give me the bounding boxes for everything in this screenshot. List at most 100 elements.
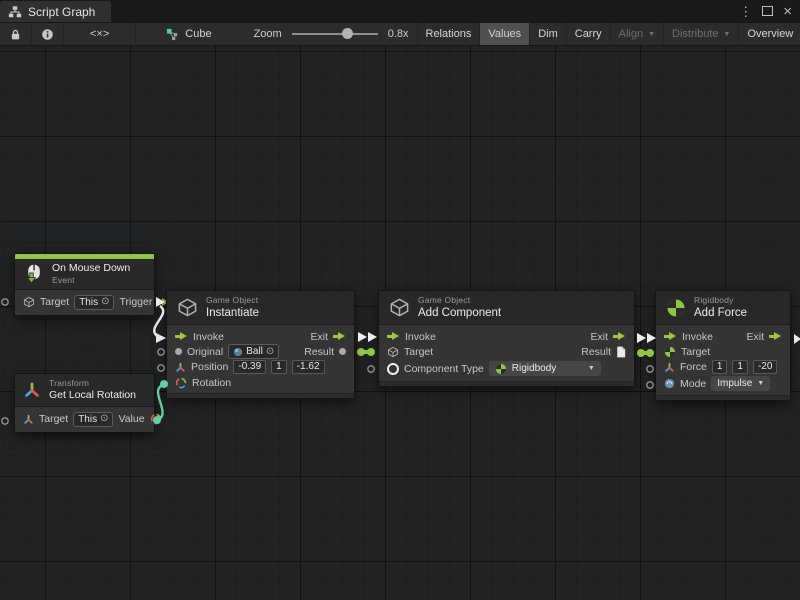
lock-button[interactable] bbox=[0, 23, 32, 45]
maximize-icon[interactable] bbox=[762, 6, 773, 16]
value-port-label: Value bbox=[118, 413, 144, 425]
vector3-icon bbox=[175, 362, 186, 373]
component-type-value: Rigidbody bbox=[512, 363, 556, 374]
info-icon bbox=[41, 28, 54, 41]
target-value: This bbox=[79, 297, 98, 308]
component-result-icon[interactable] bbox=[616, 346, 626, 358]
exit-label: Exit bbox=[746, 331, 764, 343]
graph-asset-icon bbox=[166, 28, 179, 41]
target-value-pill[interactable]: This ⊙ bbox=[73, 412, 113, 427]
original-value-pill[interactable]: Ball ⊙ bbox=[228, 344, 279, 359]
node-add-component[interactable]: Game Object Add Component Invoke Exit Ta… bbox=[378, 290, 635, 387]
position-label: Position bbox=[191, 361, 228, 373]
node-title: Add Force bbox=[694, 306, 747, 320]
node-subtitle: Game Object bbox=[206, 295, 259, 306]
chevron-down-icon: ▼ bbox=[757, 380, 764, 387]
result-output-port[interactable] bbox=[339, 348, 346, 355]
zoom-slider[interactable] bbox=[292, 33, 378, 35]
game-object-icon bbox=[387, 346, 399, 358]
relations-button[interactable]: Relations bbox=[417, 23, 480, 45]
node-subtitle: Event bbox=[52, 275, 130, 286]
node-instantiate[interactable]: Game Object Instantiate Invoke Exit Orig… bbox=[166, 290, 355, 399]
force-z-field[interactable]: -20 bbox=[753, 360, 777, 374]
object-picker-icon[interactable]: ⊙ bbox=[101, 297, 109, 307]
node-get-local-rotation[interactable]: Transform Get Local Rotation Target This… bbox=[14, 373, 155, 433]
relations-label: Relations bbox=[426, 28, 472, 40]
code-view-button[interactable]: <×> bbox=[64, 23, 136, 45]
toolbar-right-group: Relations Values Dim Carry Align▼ Distri… bbox=[417, 23, 800, 45]
target-port-label: Target bbox=[39, 413, 68, 425]
invoke-input-port[interactable] bbox=[664, 332, 677, 341]
target-result-row: Target Result bbox=[379, 344, 634, 359]
window-controls: ⋮ × bbox=[739, 0, 800, 22]
object-picker-icon[interactable]: ⊙ bbox=[100, 414, 108, 424]
lock-icon bbox=[9, 28, 22, 41]
carry-button[interactable]: Carry bbox=[566, 23, 610, 45]
original-input-port[interactable] bbox=[175, 348, 182, 355]
exit-output-port[interactable] bbox=[613, 332, 626, 341]
distribute-button[interactable]: Distribute▼ bbox=[663, 23, 738, 45]
target-row: Target bbox=[656, 344, 790, 359]
original-label: Original bbox=[187, 346, 223, 358]
target-label: Target bbox=[404, 346, 433, 358]
node-add-force[interactable]: Rigidbody Add Force Invoke Exit Target F… bbox=[655, 290, 791, 401]
force-row: Force 1 1 -20 bbox=[656, 359, 790, 375]
overview-button[interactable]: Overview bbox=[738, 23, 800, 45]
mode-value: Impulse bbox=[717, 378, 752, 389]
component-type-input-port[interactable] bbox=[387, 363, 399, 375]
tab-script-graph[interactable]: Script Graph bbox=[0, 1, 111, 22]
mode-row: Mode Impulse ▼ bbox=[656, 375, 790, 392]
overview-label: Overview bbox=[747, 28, 793, 40]
zoom-slider-knob[interactable] bbox=[342, 28, 353, 39]
exit-label: Exit bbox=[310, 331, 328, 343]
target-label: Target bbox=[681, 346, 710, 358]
object-picker-icon[interactable]: ⊙ bbox=[266, 347, 274, 357]
position-x-field[interactable]: -0.39 bbox=[233, 360, 266, 374]
force-y-field[interactable]: 1 bbox=[732, 360, 748, 374]
tab-title: Script Graph bbox=[28, 5, 95, 19]
invoke-label: Invoke bbox=[193, 331, 224, 343]
node-subtitle: Game Object bbox=[418, 295, 501, 306]
target-trigger-row: Target This ⊙ Trigger bbox=[15, 290, 154, 315]
info-button[interactable] bbox=[32, 23, 64, 45]
values-button[interactable]: Values bbox=[479, 23, 529, 45]
node-header: On Mouse Down Event bbox=[15, 259, 154, 290]
zoom-value: 0.8x bbox=[388, 28, 409, 40]
exit-output-port[interactable] bbox=[333, 332, 346, 341]
force-label: Force bbox=[680, 361, 707, 373]
node-on-mouse-down[interactable]: On Mouse Down Event Target This ⊙ Trigge… bbox=[14, 253, 155, 316]
target-value-pill[interactable]: This ⊙ bbox=[74, 295, 114, 310]
rotation-row: Rotation bbox=[167, 375, 354, 390]
invoke-label: Invoke bbox=[405, 331, 436, 343]
original-value: Ball bbox=[246, 346, 263, 357]
carry-label: Carry bbox=[575, 28, 602, 40]
invoke-input-port[interactable] bbox=[387, 332, 400, 341]
force-mode-dropdown[interactable]: Impulse ▼ bbox=[711, 376, 770, 391]
node-header: Transform Get Local Rotation bbox=[15, 374, 154, 407]
close-icon[interactable]: × bbox=[783, 4, 792, 19]
node-title: Add Component bbox=[418, 306, 501, 320]
component-type-dropdown[interactable]: Rigidbody ▼ bbox=[489, 361, 601, 376]
position-z-field[interactable]: -1.62 bbox=[292, 360, 325, 374]
transform-icon bbox=[23, 381, 41, 399]
force-x-field[interactable]: 1 bbox=[712, 360, 728, 374]
graph-breadcrumb[interactable]: Cube bbox=[158, 23, 219, 45]
game-object-icon bbox=[389, 297, 410, 318]
rigidbody-icon bbox=[664, 346, 676, 358]
values-label: Values bbox=[488, 28, 521, 40]
transform-icon bbox=[23, 414, 34, 425]
invoke-exit-row: Invoke Exit bbox=[656, 329, 790, 344]
rigidbody-icon bbox=[495, 363, 507, 375]
target-value-row: Target This ⊙ Value bbox=[15, 407, 154, 432]
position-y-field[interactable]: 1 bbox=[271, 360, 287, 374]
dim-button[interactable]: Dim bbox=[529, 23, 566, 45]
rotation-value-icon[interactable] bbox=[150, 413, 162, 425]
menu-kebab-icon[interactable]: ⋮ bbox=[739, 5, 752, 18]
target-port-label: Target bbox=[40, 296, 69, 308]
mouse-down-icon bbox=[23, 263, 44, 284]
align-label: Align bbox=[619, 28, 643, 40]
chevron-down-icon: ▼ bbox=[724, 31, 731, 38]
exit-output-port[interactable] bbox=[769, 332, 782, 341]
invoke-input-port[interactable] bbox=[175, 332, 188, 341]
align-button[interactable]: Align▼ bbox=[610, 23, 663, 45]
